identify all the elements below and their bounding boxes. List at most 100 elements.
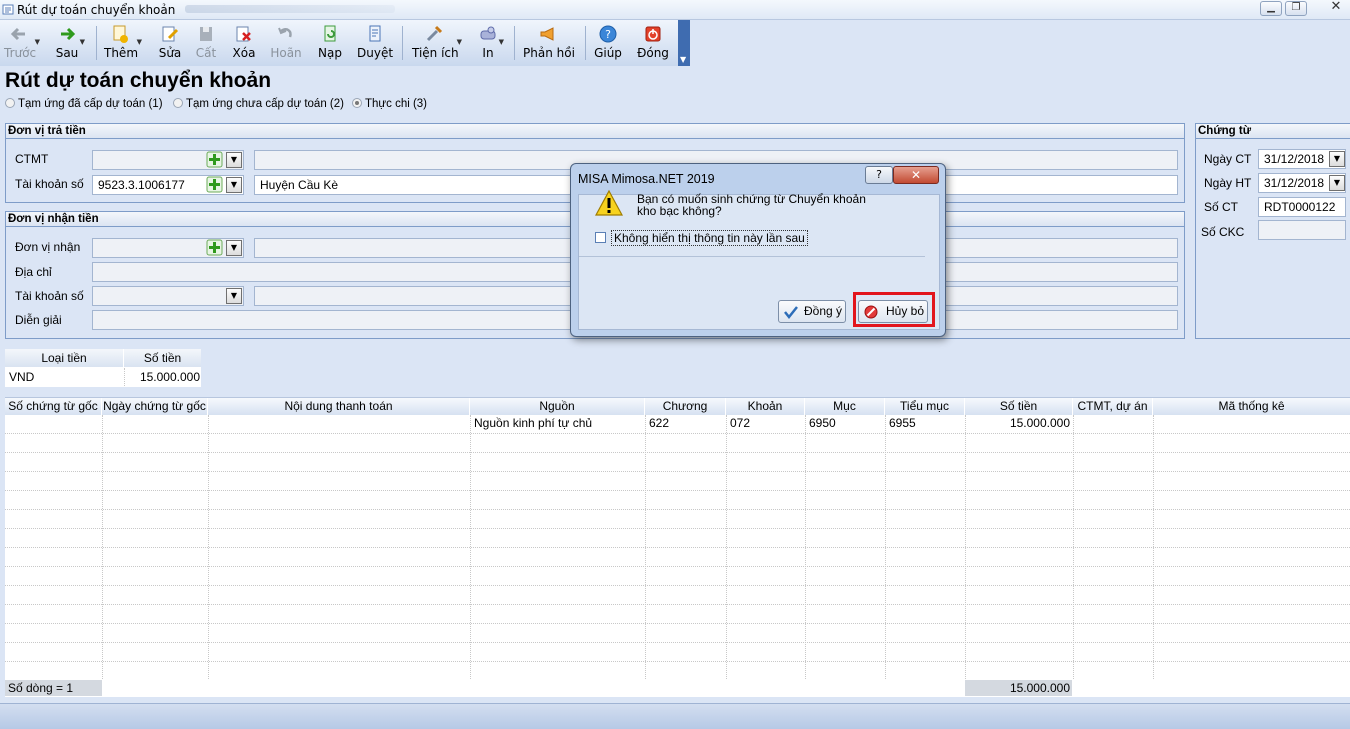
voucher-panel: Chứng từ Ngày CT 31/12/2018 ▼ Ngày HT 31… bbox=[1195, 123, 1350, 339]
radio-advance-allocated[interactable]: Tạm ứng đã cấp dự toán (1) bbox=[5, 98, 163, 110]
radio-actual-expense[interactable]: Thực chi (3) bbox=[352, 98, 427, 110]
dont-show-again-label[interactable]: Không hiển thị thông tin này lần sau bbox=[611, 230, 808, 246]
detail-grid: Số chứng từ gốc Ngày chứng từ gốc Nội du… bbox=[5, 397, 1350, 697]
window-titlebar: Rút dự toán chuyển khoản ▁ ❐ ✕ bbox=[0, 0, 1350, 20]
cell-amount[interactable]: 15.000.000 bbox=[965, 415, 1070, 432]
row-count-footer: Số dòng = 1 bbox=[5, 680, 102, 696]
payee-unit-label: Đơn vị nhận bbox=[15, 240, 81, 254]
help-icon: ? bbox=[599, 25, 617, 43]
currency-table: Loại tiền Số tiền VND 15.000.000 bbox=[5, 349, 201, 387]
toolbar-print-button[interactable]: In ▼ bbox=[478, 22, 504, 64]
col-header-project[interactable]: CTMT, dự án bbox=[1073, 398, 1152, 415]
currency-amount-cell[interactable]: 15.000.000 bbox=[124, 368, 200, 386]
main-toolbar: Trước ▼ Sau ▼ Thêm ▼ Sửa Cất Xóa Hoãn Nạp D… bbox=[0, 20, 690, 66]
toolbar-delete-button[interactable]: Xóa bbox=[232, 22, 256, 64]
radio-button bbox=[5, 98, 15, 108]
currency-type-header: Loại tiền bbox=[5, 349, 123, 367]
toolbar-prev-button[interactable]: Trước ▼ bbox=[4, 22, 40, 64]
toolbar-separator bbox=[402, 26, 403, 60]
posting-date-dropdown-button[interactable]: ▼ bbox=[1329, 175, 1345, 191]
cell-item[interactable]: 6950 bbox=[809, 415, 884, 432]
toolbar-undo-button[interactable]: Hoãn bbox=[270, 22, 302, 64]
col-header-source-doc-no[interactable]: Số chứng từ gốc bbox=[5, 398, 101, 415]
col-header-stat-code[interactable]: Mã thống kê bbox=[1153, 398, 1350, 415]
col-header-amount[interactable]: Số tiền bbox=[965, 398, 1072, 415]
delete-icon bbox=[236, 26, 251, 42]
ckc-number-label: Số CKC bbox=[1201, 225, 1245, 239]
ctmt-dropdown-button[interactable]: ▼ bbox=[226, 152, 242, 168]
add-green-icon[interactable] bbox=[206, 151, 223, 168]
toolbar-separator bbox=[514, 26, 515, 60]
cell-chapter[interactable]: 622 bbox=[649, 415, 725, 432]
payee-account-dropdown-button[interactable]: ▼ bbox=[226, 288, 242, 304]
payee-address-label: Địa chỉ bbox=[15, 265, 52, 279]
toolbar-help-button[interactable]: ? Giúp bbox=[594, 22, 622, 64]
currency-amount-header: Số tiền bbox=[124, 349, 201, 367]
payer-panel-header: Đơn vị trả tiền bbox=[6, 124, 1184, 139]
cell-section[interactable]: 072 bbox=[730, 415, 804, 432]
radio-button-selected bbox=[352, 98, 362, 108]
add-green-icon[interactable] bbox=[206, 239, 223, 256]
ckc-number-input[interactable] bbox=[1258, 220, 1346, 240]
voucher-date-dropdown-button[interactable]: ▼ bbox=[1329, 151, 1345, 167]
col-header-sub-item[interactable]: Tiểu mục bbox=[885, 398, 964, 415]
dialog-message: Bạn có muốn sinh chứng từ Chuyển khoản k… bbox=[637, 192, 866, 218]
warning-icon bbox=[594, 189, 624, 216]
payer-account-dropdown-button[interactable]: ▼ bbox=[226, 177, 242, 193]
toolbar-save-button[interactable]: Cất bbox=[194, 22, 218, 64]
cell-source[interactable]: Nguồn kinh phí tự chủ bbox=[474, 415, 644, 432]
cancel-button-highlight bbox=[853, 292, 935, 327]
currency-type-cell[interactable]: VND bbox=[9, 368, 119, 386]
radio-button bbox=[173, 98, 183, 108]
add-document-icon bbox=[113, 25, 128, 43]
ok-button[interactable]: Đồng ý bbox=[778, 300, 846, 323]
dialog-help-button[interactable]: ? bbox=[865, 166, 893, 184]
voucher-number-label: Số CT bbox=[1204, 200, 1239, 214]
radio-advance-unallocated[interactable]: Tạm ứng chưa cấp dự toán (2) bbox=[173, 98, 344, 110]
close-window-button[interactable]: ✕ bbox=[1325, 0, 1347, 16]
toolbar-add-button[interactable]: Thêm ▼ bbox=[104, 22, 142, 64]
dialog-close-button[interactable]: ✕ bbox=[893, 166, 939, 184]
toolbar-separator bbox=[96, 26, 97, 60]
col-header-item[interactable]: Mục bbox=[805, 398, 884, 415]
toolbar-approve-button[interactable]: Duyệt bbox=[357, 22, 393, 64]
cell-sub-item[interactable]: 6955 bbox=[889, 415, 964, 432]
col-header-source-doc-date[interactable]: Ngày chứng từ gốc bbox=[102, 398, 207, 415]
col-header-source[interactable]: Nguồn bbox=[470, 398, 644, 415]
dialog-divider bbox=[579, 256, 925, 257]
dont-show-again-checkbox[interactable] bbox=[595, 232, 606, 243]
toolbar-edit-button[interactable]: Sửa bbox=[158, 22, 182, 64]
voucher-panel-header: Chứng từ bbox=[1196, 124, 1350, 139]
voucher-number-input[interactable]: RDT0000122 bbox=[1258, 197, 1346, 217]
checkmark-icon bbox=[784, 306, 798, 319]
page-title: Rút dự toán chuyển khoản bbox=[5, 69, 272, 92]
toolbar-reload-button[interactable]: Nạp bbox=[318, 22, 342, 64]
svg-text:?: ? bbox=[605, 28, 611, 41]
toolbar-overflow-button[interactable]: ▼ bbox=[678, 20, 690, 66]
payee-account-label: Tài khoản số bbox=[15, 289, 84, 303]
toolbar-next-button[interactable]: Sau ▼ bbox=[55, 22, 85, 64]
payee-unit-dropdown-button[interactable]: ▼ bbox=[226, 240, 242, 256]
col-header-section[interactable]: Khoản bbox=[726, 398, 804, 415]
toolbar-utilities-button[interactable]: Tiện ích ▼ bbox=[412, 22, 462, 64]
toolbar-separator bbox=[585, 26, 586, 60]
tools-icon bbox=[426, 25, 443, 42]
app-icon bbox=[2, 4, 14, 15]
posting-date-label: Ngày HT bbox=[1204, 176, 1252, 190]
background-window-title bbox=[185, 5, 395, 13]
restore-button[interactable]: ❐ bbox=[1285, 1, 1307, 16]
add-green-icon[interactable] bbox=[206, 176, 223, 193]
toolbar-feedback-button[interactable]: Phản hồi bbox=[523, 22, 575, 64]
col-header-payment-content[interactable]: Nội dung thanh toán bbox=[208, 398, 469, 415]
col-header-chapter[interactable]: Chương bbox=[645, 398, 725, 415]
payer-account-label: Tài khoản số bbox=[15, 177, 84, 191]
arrow-right-icon bbox=[61, 27, 76, 41]
power-icon bbox=[645, 26, 661, 42]
print-icon bbox=[480, 26, 496, 40]
minimize-button[interactable]: ▁ bbox=[1260, 1, 1282, 16]
reload-icon bbox=[324, 25, 336, 42]
payee-account-input[interactable] bbox=[92, 286, 244, 306]
toolbar-close-button[interactable]: Đóng bbox=[637, 22, 669, 64]
undo-icon bbox=[278, 27, 292, 38]
save-icon bbox=[200, 27, 212, 41]
